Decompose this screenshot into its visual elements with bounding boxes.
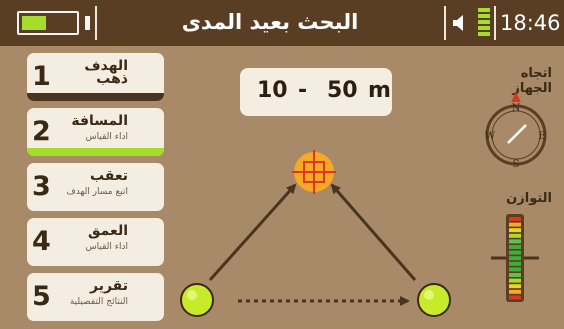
balance-level-icon [491,214,539,302]
target-icon [292,150,336,194]
range-max: 50 [327,78,358,103]
menu-item-report[interactable]: 5 تقرير النتائج التفصيلية [27,273,164,321]
progress-indicator [27,148,164,156]
level-segment [509,284,521,289]
menu-item-tracking[interactable]: 3 تعقب اتبع مسار الهدف [27,163,164,211]
level-segment [509,261,521,266]
menu-item-title: تعقب [89,168,128,184]
menu-item-title: تقرير [89,278,128,294]
menu-item-number: 3 [32,171,51,202]
level-segment [509,278,521,283]
level-segment [509,233,521,238]
level-segment [509,217,521,221]
compass-needle [507,124,527,144]
battery-tip [85,16,90,30]
menu-item-subtitle: اداء القياس [85,132,128,142]
compass-n: N [512,103,521,114]
range-dash: - [298,78,308,103]
divider [494,6,496,40]
level-segment [509,228,521,233]
menu-item-subtitle: ذهب [96,71,128,87]
range-unit: m [368,78,391,103]
page-title: البحث بعيد المدى [181,10,359,34]
menu-item-depth[interactable]: 4 العمق اداء القياس [27,218,164,266]
range-display: 10 - 50 m [240,68,392,116]
arrow-left-to-target [208,183,297,282]
menu-item-subtitle: النتائج التفصيلية [69,297,128,307]
speaker-icon[interactable] [451,13,471,33]
signal-icon [478,8,490,36]
level-segment [509,250,521,255]
level-segment [509,267,521,272]
menu-item-subtitle: اتبع مسار الهدف [66,187,128,197]
battery-icon [17,11,79,35]
north-pointer [511,92,521,102]
level-segment [509,222,521,227]
compass-icon: N E S W [485,92,547,170]
triangulation-diagram [180,150,451,317]
level-segment [509,245,521,249]
menu-item-number: 2 [32,116,51,147]
level-segment [509,256,521,261]
menu-item-number: 1 [32,61,51,92]
app-screen: البحث بعيد المدى 18:46 1 الهدف ذهب 2 الم… [0,0,564,329]
menu-item-title: المسافة [71,113,128,129]
battery-level [22,16,46,30]
divider [95,6,97,40]
arrow-right-to-target [330,183,417,281]
compass-s: S [513,159,520,170]
selected-indicator [27,93,164,101]
compass-w: W [485,131,496,142]
menu-item-title: العمق [88,223,128,239]
end-point-icon [417,283,451,317]
range-min: 10 [257,78,288,103]
clock: 18:46 [500,11,561,35]
level-segment [509,289,521,294]
level-segment [509,239,521,244]
menu-item-number: 5 [32,281,51,312]
divider [444,6,446,40]
menu-item-distance[interactable]: 2 المسافة اداء القياس [27,108,164,156]
menu-item-subtitle: اداء القياس [85,242,128,252]
top-bar: البحث بعيد المدى 18:46 [0,0,564,46]
start-point-icon [180,283,214,317]
balance-label: التوازن [506,191,552,206]
menu-item-target[interactable]: 1 الهدف ذهب [27,53,164,101]
compass-e: E [538,131,545,142]
level-segment [509,295,521,300]
level-segment [509,273,521,277]
menu-item-number: 4 [32,226,51,257]
